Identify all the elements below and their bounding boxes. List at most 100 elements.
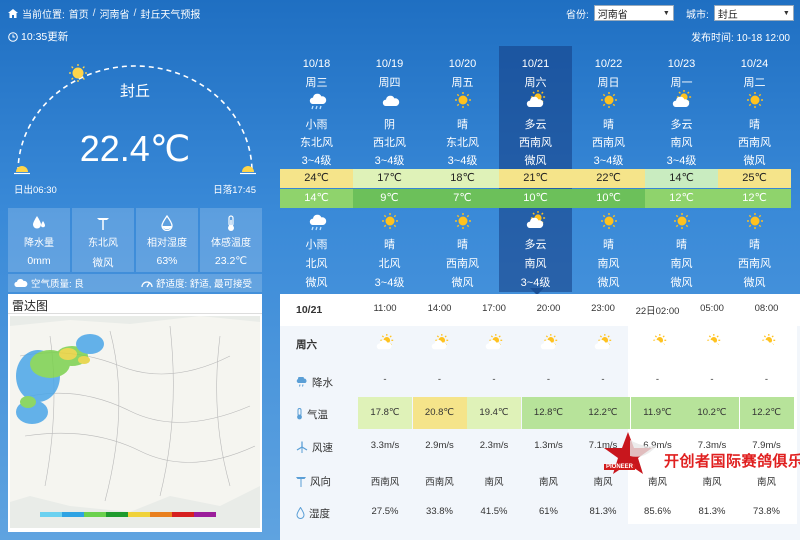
hour-humidity: 85.6% [644,506,671,517]
wind-vane-icon [97,218,109,230]
hour-temp: 12.2℃ [576,397,630,429]
sun-icon [747,213,763,229]
province-select[interactable]: 河南省 ▼ [593,5,674,21]
day-wind-direction: 东北风 [446,137,479,149]
night-weather: 晴 [749,239,760,251]
sun-icon [382,213,398,229]
hour-icon-cell [576,333,630,355]
partly-cloudy-icon [649,333,666,350]
stat-humidity: 相对湿度 63% [136,208,198,272]
wind-vane-icon [296,477,306,487]
day-column[interactable]: 10/24 周二晴西南风 微风 25℃ 12℃ 晴西南风 微风 [718,46,791,292]
clock-icon [8,31,18,42]
breadcrumb-province-link[interactable]: 河南省 [100,6,130,21]
hour-humidity: 33.8% [426,506,453,517]
day-wind-scale: 微风 [743,155,766,167]
night-weather: 晴 [676,239,687,251]
day-column[interactable]: 10/23 周一 多云 南风 3~4级 14℃ 12℃ 晴南风 微风 [645,46,718,292]
day-wind-direction: 西南风 [519,137,552,149]
hour-wind-direction: 南风 [538,477,558,488]
hour-time: 05:00 [700,303,724,314]
day-wind-scale: 3~4级 [666,155,697,167]
hour-precip: - [492,374,496,385]
high-temp: 21℃ [499,169,572,188]
day-weather: 晴 [603,119,614,131]
precip-row-label: 降水 [280,372,358,392]
night-weather: 小雨 [305,239,328,251]
hour-humidity: 61% [538,506,558,517]
hour-precip: - [655,374,660,385]
night-weather: 晴 [457,239,468,251]
overcast-icon [382,95,400,106]
night-wind-scale: 3~4级 [374,277,405,289]
hour-precip: - [601,374,605,385]
city-label: 城市: [686,9,709,21]
day-weather: 阴 [384,119,395,131]
hour-time: 22日02:00 [635,306,680,317]
wind-turbine-icon [296,441,308,453]
city-select[interactable]: 封丘 ▼ [713,5,794,21]
hour-wind-direction: 南风 [647,477,667,488]
day-column[interactable]: 10/19 周四阴西北风 3~4级 17℃ 9℃ 晴北风 3~4级 [353,46,426,292]
hour-wind-direction: 南风 [756,477,776,488]
hour-time: 23:00 [591,303,615,314]
hour-wind-direction: 西南风 [425,477,454,488]
radar-map-image [10,316,260,528]
hour-time: 14:00 [427,303,452,314]
hour-temp: 20.8℃ [412,397,467,429]
chevron-down-icon: ▼ [662,9,670,17]
low-temp: 7℃ [426,189,499,208]
day-wind-direction: 西南风 [592,137,625,149]
hour-time: 11:00 [373,303,397,314]
stat-wind: 东北风 微风 [72,208,134,272]
stat-feels-like: 体感温度 23.2℃ [200,208,262,272]
radar-map[interactable] [10,316,260,528]
air-quality-bar: 空气质量: 良 舒适度: 舒适, 最可接受 [8,274,262,292]
temp-row-label: 气温 [280,404,358,424]
high-temp: 17℃ [353,169,426,188]
low-temp: 10℃ [499,189,572,208]
day-wind-direction: 西北风 [373,137,406,149]
hour-precip: - [383,374,387,385]
cloud-rain-icon [309,214,327,231]
breadcrumb-home-link[interactable]: 首页 [69,6,89,21]
day-weather: 多云 [670,119,693,131]
day-weather: 晴 [749,119,760,131]
night-wind-scale: 微风 [743,277,766,289]
day-wind-scale: 微风 [524,155,547,167]
hour-icon-cell [740,333,794,355]
hour-time: 17:00 [482,303,506,314]
sun-icon [601,92,617,108]
hour-wind-speed: 3.3m/s [370,440,400,451]
hour-humidity: 81.3% [589,506,617,517]
city-name: 封丘 [119,83,150,100]
precip-icon [296,377,307,387]
hour-humidity: 27.5% [371,506,399,517]
day-column[interactable]: 10/20 周五晴东北风 3~4级 18℃ 7℃ 晴西南风 微风 [426,46,499,292]
city-selector: 城市: 封丘 ▼ [686,5,794,21]
province-label: 省份: [566,9,589,21]
day-date: 10/24 [740,58,769,70]
hour-icon-cell [358,333,412,355]
aqi-item: 空气质量: 良 [8,276,135,290]
partly-cloudy-icon [758,333,775,350]
hourly-date: 10/21 [296,304,323,316]
hour-wind-direction: 南风 [702,477,722,488]
day-column[interactable]: 10/22 周日晴西南风 3~4级 22℃ 10℃ 晴南风 微风 [572,46,645,292]
hour-wind-speed: 7.1m/s [588,440,618,451]
night-weather: 晴 [384,239,395,251]
day-column[interactable]: 10/21 周六 多云 西南风 微风 21℃ 10℃ 多云 南风 3~4级 [499,46,572,292]
home-icon [8,9,18,18]
hour-time: 08:00 [754,303,779,314]
sun-icon [455,213,471,229]
day-wind-direction: 东北风 [300,137,333,149]
low-temp: 12℃ [645,189,718,208]
night-wind-scale: 微风 [670,277,693,289]
partly-cloudy-icon [703,333,721,350]
humidity-icon [296,507,305,519]
hour-icon-cell [631,333,685,355]
high-temp: 25℃ [718,169,791,188]
day-wind-scale: 3~4级 [447,155,478,167]
day-column[interactable]: 10/18 周三 小雨 东北风 3~4级 24℃ 14℃ 小雨 北风 微风 [280,46,353,292]
partly-cloudy-icon [431,333,448,350]
